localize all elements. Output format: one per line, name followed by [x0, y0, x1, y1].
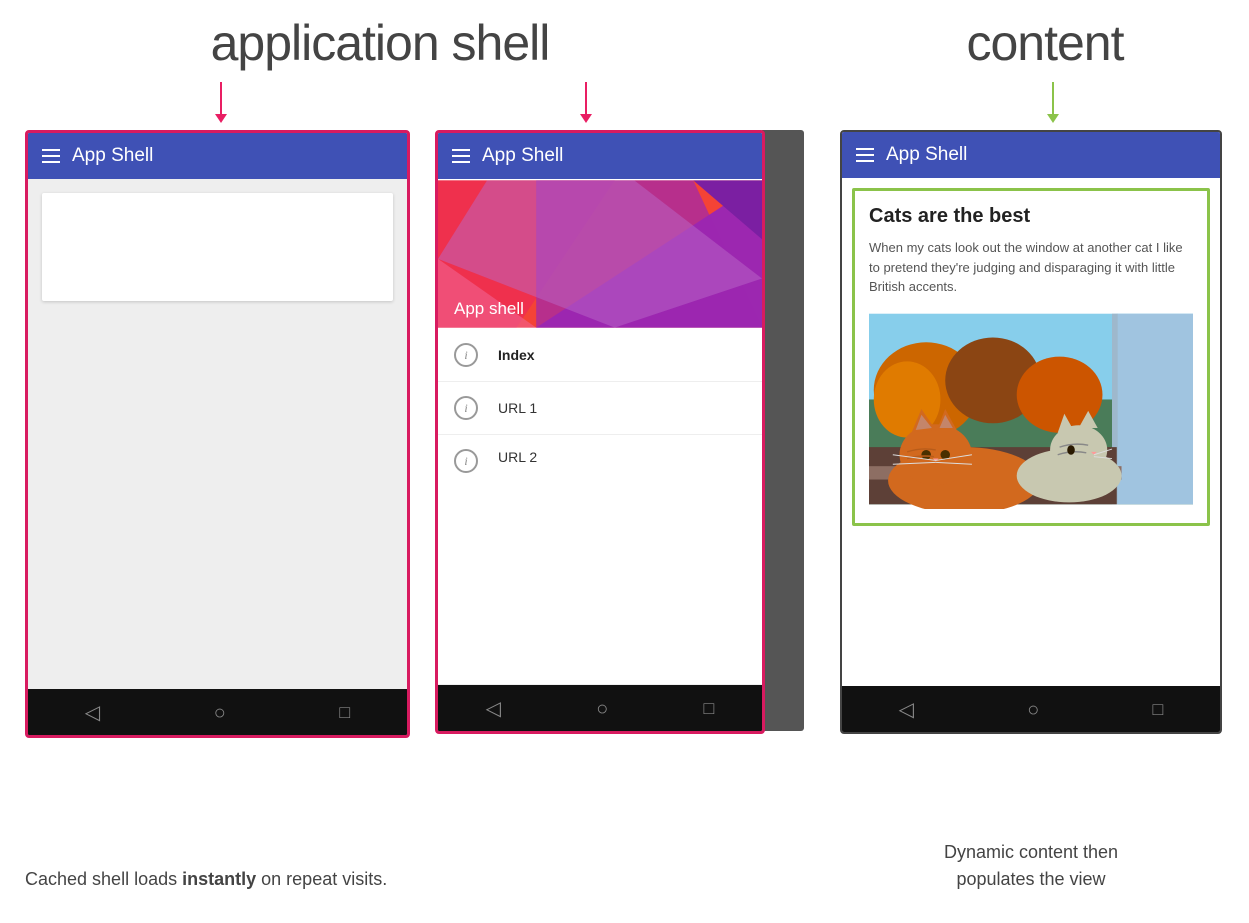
phone1-content-placeholder	[42, 193, 393, 301]
nav-back-icon: ◁	[85, 700, 100, 724]
cached-caption-1: Cached shell loads	[25, 869, 177, 889]
hamburger-icon-3	[856, 148, 874, 162]
menu-item-url2[interactable]: i URL 2	[438, 435, 762, 685]
phone3-content-area: Cats are the best When my cats look out …	[842, 178, 1220, 686]
application-shell-label: application shell	[211, 14, 550, 72]
phone3-green-box: Cats are the best When my cats look out …	[852, 188, 1210, 526]
phone1-header-title: App Shell	[72, 145, 153, 167]
nav-square-icon: □	[339, 702, 350, 723]
arrow-phone3	[1047, 82, 1059, 123]
phone3-nav-bar: ◁ ○ □	[842, 686, 1220, 732]
content-label-group: content	[870, 14, 1220, 72]
dynamic-caption-2: populates the view	[840, 866, 1222, 893]
nav-square-icon-3: □	[1152, 699, 1163, 720]
cached-caption-2: on repeat visits.	[261, 869, 387, 889]
phone3: App Shell Cats are the best When my cats…	[840, 130, 1222, 734]
cat-image-container	[869, 309, 1193, 509]
bottom-caption-left: Cached shell loads instantly on repeat v…	[25, 866, 585, 893]
content-label: content	[966, 14, 1123, 72]
phone1-nav-bar: ◁ ○ □	[28, 689, 407, 735]
menu-label-url2: URL 2	[498, 449, 537, 465]
phone1: App Shell ◁ ○ □	[25, 130, 410, 738]
phone2-header-title: App Shell	[482, 145, 563, 167]
hamburger-icon-2	[452, 149, 470, 163]
menu-item-url1[interactable]: i URL 1	[438, 382, 762, 435]
phone3-header: App Shell	[842, 132, 1220, 178]
arrow-phone1	[215, 82, 227, 123]
cats-title: Cats are the best	[869, 205, 1193, 228]
drawer-app-shell-label: App shell	[454, 299, 524, 319]
phone2-header: App Shell	[438, 133, 762, 179]
phone1-header: App Shell	[28, 133, 407, 179]
info-icon-index: i	[454, 343, 478, 367]
phone2-nav-bar: ◁ ○ □	[438, 685, 762, 731]
hamburger-icon	[42, 149, 60, 163]
menu-item-index[interactable]: i Index	[438, 329, 762, 382]
info-icon-url1: i	[454, 396, 478, 420]
application-shell-label-group: application shell	[30, 14, 730, 72]
cats-text: When my cats look out the window at anot…	[869, 238, 1193, 297]
info-icon-url2: i	[454, 449, 478, 473]
phone2-drawer-image: App shell	[438, 179, 762, 329]
menu-label-index: Index	[498, 347, 535, 363]
arrow-phone2	[580, 82, 592, 123]
nav-home-icon: ○	[214, 700, 226, 725]
nav-home-icon-3: ○	[1027, 697, 1039, 722]
bottom-caption-right: Dynamic content then populates the view	[840, 839, 1222, 893]
nav-home-icon-2: ○	[596, 696, 608, 721]
menu-label-url1: URL 1	[498, 400, 537, 416]
phone1-body	[28, 179, 407, 689]
nav-square-icon-2: □	[703, 698, 714, 719]
phone2-dark-sidebar	[762, 130, 804, 731]
nav-back-icon-2: ◁	[486, 696, 501, 720]
nav-back-icon-3: ◁	[899, 697, 914, 721]
dynamic-caption-1: Dynamic content then	[840, 839, 1222, 866]
cat-image-svg	[869, 309, 1193, 509]
phone2: App Shell App shell i Index	[435, 130, 765, 734]
phone3-header-title: App Shell	[886, 144, 967, 166]
cached-caption-bold: instantly	[182, 869, 256, 889]
